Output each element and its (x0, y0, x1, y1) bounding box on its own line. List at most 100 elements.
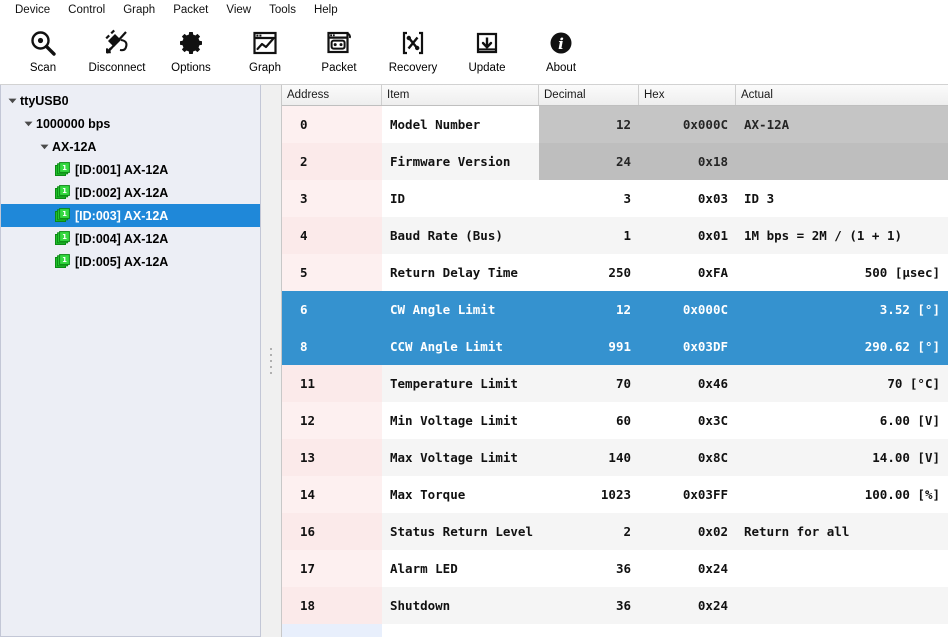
table-cell-hex[interactable]: 0x24 (639, 587, 736, 624)
table-cell-decimal[interactable]: 1 (539, 217, 639, 254)
toolbar-button-graph[interactable]: Graph (228, 19, 302, 81)
menu-item-device[interactable]: Device (6, 1, 59, 19)
table-cell-address[interactable]: 13 (282, 439, 382, 476)
table-cell-hex[interactable]: 0x03DF (639, 328, 736, 365)
tree-item-id-004-ax-12a[interactable]: 1 [ID:004] AX-12A (1, 227, 260, 250)
chevron-down-icon[interactable] (7, 95, 18, 106)
table-cell-address[interactable]: 8 (282, 328, 382, 365)
table-cell-item[interactable]: Max Torque (382, 476, 539, 513)
table-row[interactable]: 16 Status Return Level 2 0x02 Return for all (282, 513, 948, 550)
table-column-header-actual[interactable]: Actual (736, 85, 948, 105)
table-cell-item[interactable]: Firmware Version (382, 143, 539, 180)
table-cell-decimal[interactable]: 70 (539, 365, 639, 402)
table-cell-actual[interactable] (736, 550, 948, 587)
table-cell-hex[interactable]: 0x01 (639, 217, 736, 254)
table-cell-address[interactable]: 12 (282, 402, 382, 439)
table-cell-decimal[interactable]: 2 (539, 513, 639, 550)
table-row[interactable]: 8 CCW Angle Limit 991 0x03DF 290.62 [°] (282, 328, 948, 365)
table-cell-decimal[interactable]: 250 (539, 254, 639, 291)
table-row[interactable]: 17 Alarm LED 36 0x24 (282, 550, 948, 587)
menu-item-control[interactable]: Control (59, 1, 114, 19)
table-cell-hex[interactable]: 0x3C (639, 402, 736, 439)
menu-item-packet[interactable]: Packet (164, 1, 217, 19)
table-row[interactable]: 6 CW Angle Limit 12 0x000C 3.52 [°] (282, 291, 948, 328)
menu-item-help[interactable]: Help (305, 1, 347, 19)
table-cell-item[interactable]: Min Voltage Limit (382, 402, 539, 439)
menu-item-view[interactable]: View (217, 1, 260, 19)
table-cell-hex[interactable]: 0x46 (639, 365, 736, 402)
table-cell-address[interactable]: 18 (282, 587, 382, 624)
toolbar-button-recovery[interactable]: Recovery (376, 19, 450, 81)
table-cell-decimal[interactable]: 36 (539, 587, 639, 624)
table-cell-address[interactable]: 17 (282, 550, 382, 587)
table-cell-actual[interactable] (736, 143, 948, 180)
table-cell-actual[interactable]: 500 [μsec] (736, 254, 948, 291)
table-cell-decimal[interactable]: 991 (539, 328, 639, 365)
table-cell-hex[interactable]: 0x24 (639, 550, 736, 587)
table-cell-actual[interactable]: 3.52 [°] (736, 291, 948, 328)
tree-item-id-005-ax-12a[interactable]: 1 [ID:005] AX-12A (1, 250, 260, 273)
table-cell-address[interactable]: 14 (282, 476, 382, 513)
table-cell-decimal[interactable]: 3 (539, 180, 639, 217)
table-cell-item[interactable]: Temperature Limit (382, 365, 539, 402)
table-cell-actual[interactable]: AX-12A (736, 106, 948, 143)
table-cell-item[interactable]: CW Angle Limit (382, 291, 539, 328)
table-row[interactable]: 0 Model Number 12 0x000C AX-12A (282, 106, 948, 143)
table-cell-hex[interactable]: 0x000C (639, 291, 736, 328)
menu-item-tools[interactable]: Tools (260, 1, 305, 19)
table-cell-hex[interactable]: 0x02 (639, 513, 736, 550)
table-cell-item[interactable]: Return Delay Time (382, 254, 539, 291)
toolbar-button-about[interactable]: i About (524, 19, 598, 81)
panel-splitter[interactable] (261, 85, 281, 637)
table-cell-decimal[interactable]: 36 (539, 550, 639, 587)
table-row[interactable]: 14 Max Torque 1023 0x03FF 100.00 [%] (282, 476, 948, 513)
table-cell-decimal[interactable]: 12 (539, 106, 639, 143)
menu-item-graph[interactable]: Graph (114, 1, 164, 19)
table-cell-actual[interactable]: 1M bps = 2M / (1 + 1) (736, 217, 948, 254)
table-cell-hex[interactable]: 0xFA (639, 254, 736, 291)
table-cell-actual[interactable]: ID 3 (736, 180, 948, 217)
table-cell-address[interactable]: 4 (282, 217, 382, 254)
table-cell-decimal[interactable]: 60 (539, 402, 639, 439)
tree-item-id-003-ax-12a[interactable]: 1 [ID:003] AX-12A (1, 204, 260, 227)
table-cell-address[interactable]: 0 (282, 106, 382, 143)
table-cell-address[interactable]: 6 (282, 291, 382, 328)
table-cell-decimal[interactable]: 140 (539, 439, 639, 476)
table-cell-address[interactable]: 5 (282, 254, 382, 291)
table-column-header-address[interactable]: Address (282, 85, 382, 105)
table-row[interactable]: 2 Firmware Version 24 0x18 (282, 143, 948, 180)
table-cell-item[interactable]: ID (382, 180, 539, 217)
table-cell-address[interactable]: 11 (282, 365, 382, 402)
table-cell-item[interactable]: Max Voltage Limit (382, 439, 539, 476)
table-cell-actual[interactable]: 70 [°C] (736, 365, 948, 402)
table-row[interactable]: 18 Shutdown 36 0x24 (282, 587, 948, 624)
toolbar-button-options[interactable]: Options (154, 19, 228, 81)
table-cell-item[interactable]: Baud Rate (Bus) (382, 217, 539, 254)
table-cell-actual[interactable]: 290.62 [°] (736, 328, 948, 365)
table-cell-actual[interactable]: 14.00 [V] (736, 439, 948, 476)
table-row[interactable]: 4 Baud Rate (Bus) 1 0x01 1M bps = 2M / (1 + … (282, 217, 948, 254)
toolbar-button-disconnect[interactable]: Disconnect (80, 19, 154, 81)
table-cell-decimal[interactable]: 12 (539, 291, 639, 328)
table-row[interactable]: 5 Return Delay Time 250 0xFA 500 [μsec] (282, 254, 948, 291)
toolbar-button-scan[interactable]: Scan (6, 19, 80, 81)
toolbar-button-packet[interactable]: Packet (302, 19, 376, 81)
table-cell-actual[interactable]: Return for all (736, 513, 948, 550)
tree-item-ax-12a[interactable]: AX-12A (1, 135, 260, 158)
table-cell-address[interactable]: 3 (282, 180, 382, 217)
table-row[interactable]: 12 Min Voltage Limit 60 0x3C 6.00 [V] (282, 402, 948, 439)
table-cell-item[interactable]: Shutdown (382, 587, 539, 624)
table-cell-address[interactable]: 16 (282, 513, 382, 550)
tree-item-1000000-bps[interactable]: 1000000 bps (1, 112, 260, 135)
tree-item-id-002-ax-12a[interactable]: 1 [ID:002] AX-12A (1, 181, 260, 204)
table-cell-hex[interactable]: 0x03 (639, 180, 736, 217)
table-cell-actual[interactable]: 100.00 [%] (736, 476, 948, 513)
table-row-partial[interactable] (282, 624, 948, 637)
chevron-down-icon[interactable] (23, 118, 34, 129)
tree-item-ttyusb0[interactable]: ttyUSB0 (1, 89, 260, 112)
table-cell-hex[interactable]: 0x03FF (639, 476, 736, 513)
table-column-header-decimal[interactable]: Decimal (539, 85, 639, 105)
table-column-header-hex[interactable]: Hex (639, 85, 736, 105)
table-row[interactable]: 3 ID 3 0x03 ID 3 (282, 180, 948, 217)
table-row[interactable]: 11 Temperature Limit 70 0x46 70 [°C] (282, 365, 948, 402)
